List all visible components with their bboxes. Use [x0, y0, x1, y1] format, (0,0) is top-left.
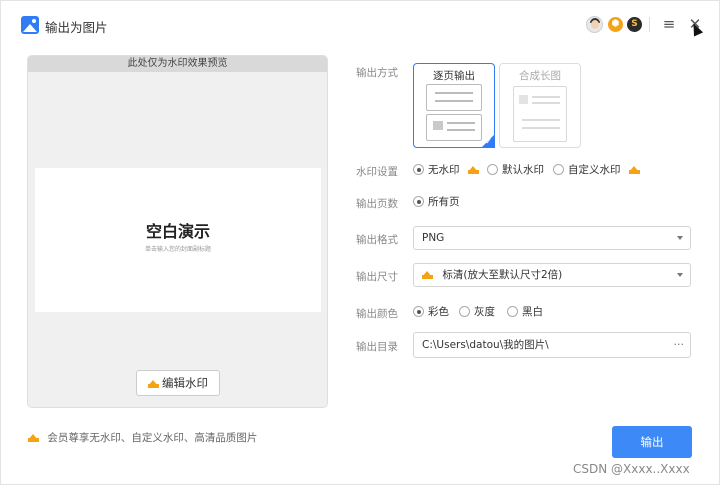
browse-more-icon[interactable]: ···: [674, 333, 685, 357]
radio-no-watermark[interactable]: 无水印: [413, 163, 482, 177]
crown-icon: [628, 166, 640, 174]
output-mode-label: 输出方式: [356, 67, 398, 79]
crown-icon: [467, 166, 479, 174]
page-thumbnail-icon: [426, 114, 482, 141]
mode-per-page-label: 逐页输出: [433, 70, 475, 82]
chevron-down-icon: [677, 236, 683, 240]
slide-subtitle: 单击输入您的封面副标题: [144, 246, 211, 253]
output-directory-field[interactable]: C:\Users\datou\我的图片\ ···: [413, 332, 691, 358]
dialog-title: 输出为图片: [45, 20, 108, 35]
radio-grayscale[interactable]: 灰度: [459, 305, 495, 319]
crown-icon: [148, 380, 159, 388]
super-member-badge-icon[interactable]: S: [627, 17, 642, 32]
watermark-setting-label: 水印设置: [356, 166, 398, 178]
title-bar: 输出为图片 ⬢ S ≡ ✕: [1, 1, 720, 49]
csdn-watermark: CSDN @Xxxx..Xxxx: [573, 462, 690, 476]
radio-black-white[interactable]: 黑白: [507, 305, 543, 319]
image-app-icon: [21, 16, 39, 34]
vip-benefits-note: 会员尊享无水印、自定义水印、高清品质图片: [28, 430, 257, 445]
crown-icon: [28, 434, 39, 442]
size-value: 标清(放大至默认尺寸2倍): [442, 269, 563, 281]
mode-long-image-label: 合成长图: [519, 70, 561, 82]
vip-note-text: 会员尊享无水印、自定义水印、高清品质图片: [47, 432, 258, 444]
mode-per-page-card[interactable]: 逐页输出 ✓: [413, 63, 495, 148]
slide-title: 空白演示: [145, 222, 210, 241]
format-value: PNG: [422, 232, 445, 244]
radio-default-watermark[interactable]: 默认水印: [487, 163, 544, 177]
title-bar-divider: [649, 17, 650, 32]
output-size-label: 输出尺寸: [356, 271, 398, 283]
radio-custom-watermark[interactable]: 自定义水印: [553, 163, 643, 177]
output-pages-label: 输出页数: [356, 198, 398, 210]
crown-icon: [422, 271, 433, 279]
edit-watermark-button[interactable]: 编辑水印: [136, 370, 220, 396]
format-select[interactable]: PNG: [413, 226, 691, 250]
watermark-preview-panel: 此处仅为水印效果预览 空白演示 单击输入您的封面副标题 编辑水印: [27, 55, 328, 408]
output-format-label: 输出格式: [356, 234, 398, 246]
output-color-label: 输出颜色: [356, 308, 398, 320]
user-avatar[interactable]: [586, 16, 603, 33]
long-image-icon: [513, 86, 567, 142]
vip-badge-icon[interactable]: ⬢: [608, 17, 623, 32]
mode-long-image-card[interactable]: 合成长图: [499, 63, 581, 148]
export-button[interactable]: 输出: [612, 426, 692, 458]
page-thumbnail-icon: [426, 84, 482, 111]
directory-value: C:\Users\datou\我的图片\: [422, 339, 549, 351]
radio-all-pages[interactable]: 所有页: [413, 195, 460, 209]
size-select[interactable]: 标清(放大至默认尺寸2倍): [413, 263, 691, 287]
chevron-down-icon: [677, 273, 683, 277]
preview-header: 此处仅为水印效果预览: [28, 56, 327, 72]
export-image-dialog: 输出为图片 ⬢ S ≡ ✕ 此处仅为水印效果预览 空白演示 单击输入您的封面副标…: [0, 0, 720, 485]
output-directory-label: 输出目录: [356, 341, 398, 353]
radio-color[interactable]: 彩色: [413, 305, 449, 319]
edit-watermark-label: 编辑水印: [162, 376, 208, 390]
slide-preview: 空白演示 单击输入您的封面副标题: [35, 168, 321, 312]
menu-icon[interactable]: ≡: [659, 13, 679, 35]
